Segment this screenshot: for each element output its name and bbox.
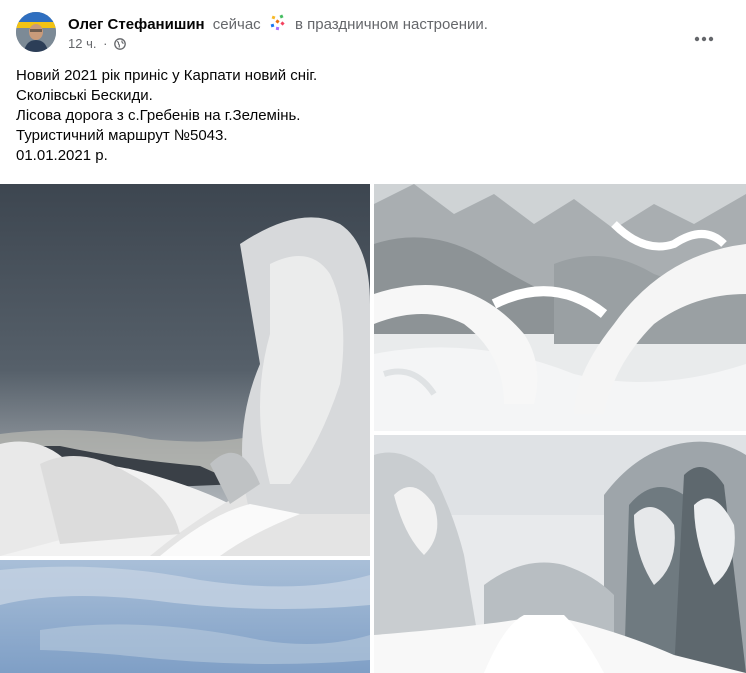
post-text: Новий 2021 рік приніс у Карпати новий сн… (16, 66, 716, 166)
more-options-button[interactable] (686, 20, 722, 56)
photo-bent-trees[interactable] (374, 184, 746, 431)
post-text-line: Сколівські Бескиди. (16, 87, 153, 104)
more-horizontal-icon (694, 29, 714, 47)
post-text-line: Лісова дорога з с.Гребенів на г.Зелемінь… (16, 107, 301, 124)
post-meta: 12 ч. · (68, 36, 126, 54)
author-name[interactable]: Олег Стефанишин (68, 16, 205, 33)
author-line: Олег Стефанишин сейчас в праздничном нас… (68, 14, 488, 38)
photo-forest-trail[interactable] (374, 435, 746, 673)
confetti-icon (269, 14, 287, 38)
photo-grid (0, 184, 746, 673)
avatar[interactable] (16, 12, 56, 52)
meta-separator: · (103, 36, 108, 51)
facebook-post: Олег Стефанишин сейчас в праздничном нас… (0, 0, 746, 673)
globe-icon[interactable] (114, 38, 126, 54)
post-header: Олег Стефанишин сейчас в праздничном нас… (16, 12, 730, 56)
post-text-line: Туристичний маршрут №5043. (16, 127, 228, 144)
post-timestamp[interactable]: 12 ч. (68, 36, 96, 51)
photo-blue-sky[interactable] (0, 560, 370, 673)
feeling-prefix: сейчас (212, 16, 261, 33)
photo-snow-road[interactable] (0, 184, 370, 556)
post-text-line: Новий 2021 рік приніс у Карпати новий сн… (16, 67, 318, 84)
post-text-line: 01.01.2021 р. (16, 147, 108, 164)
feeling-text: в праздничном настроении. (295, 16, 488, 33)
